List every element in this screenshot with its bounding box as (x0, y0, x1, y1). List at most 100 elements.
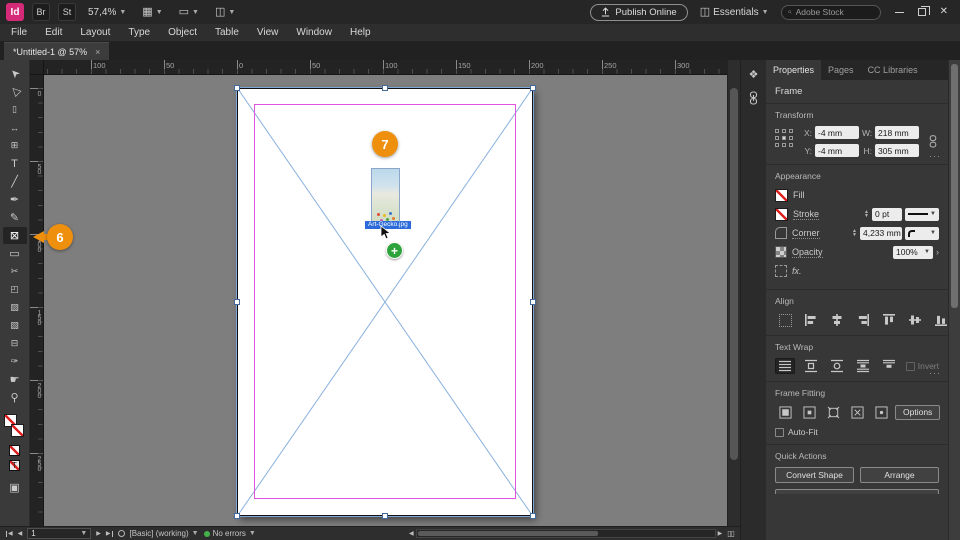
menu-view[interactable]: View (248, 24, 288, 42)
align-left-button[interactable] (801, 312, 821, 328)
transform-more-options[interactable]: ··· (929, 152, 941, 161)
arrange-button[interactable]: Arrange (860, 467, 939, 483)
dragged-image-preview[interactable] (371, 168, 400, 224)
align-bottom-button[interactable] (931, 312, 948, 328)
zoom-tool[interactable]: ⚲ (3, 389, 27, 406)
align-vertical-center-button[interactable] (905, 312, 925, 328)
panel-vertical-scrollbar[interactable] (948, 60, 960, 540)
align-to-button[interactable] (775, 312, 795, 328)
stroke-weight-stepper[interactable]: ▲ ▼ (864, 209, 869, 219)
menu-object[interactable]: Object (159, 24, 206, 42)
opacity-label[interactable]: Opacity (792, 247, 823, 258)
cropped-action-button[interactable] (775, 489, 939, 494)
preflight-status[interactable]: No errors ▼ (203, 529, 256, 538)
screen-mode-dropdown[interactable]: ▭ ▼ (175, 5, 203, 20)
spreads-view-icon[interactable]: ▯▯ (727, 529, 735, 538)
gradient-feather-tool[interactable]: ▧ (3, 317, 27, 334)
restore-icon[interactable] (917, 6, 930, 16)
stroke-swatch-icon[interactable] (775, 207, 788, 221)
text-wrap-more-options[interactable]: ··· (929, 369, 941, 378)
fit-content-proportionally-button[interactable] (799, 404, 819, 420)
eyedropper-tool[interactable]: ✑ (3, 353, 27, 370)
page-number-dropdown[interactable]: 1 ▼ (27, 528, 92, 539)
fill-label[interactable]: Fill (793, 190, 805, 200)
stroke-label[interactable]: Stroke (793, 209, 820, 220)
pen-tool[interactable]: ✒ (3, 191, 27, 208)
menu-edit[interactable]: Edit (36, 24, 71, 42)
align-right-button[interactable] (853, 312, 873, 328)
tab-pages[interactable]: Pages (821, 60, 861, 80)
x-field[interactable]: -4 mm (815, 126, 859, 139)
links-panel-icon[interactable] (747, 91, 760, 105)
opacity-dropdown[interactable]: 100% ▼ (893, 245, 933, 259)
horizontal-ruler[interactable]: 100 50 0 50 100 150 200 250 300 (44, 60, 727, 75)
jump-to-next-column-button[interactable] (879, 358, 899, 374)
stroke-style-dropdown[interactable]: ▼ (905, 207, 939, 221)
fit-content-to-frame-button[interactable] (847, 404, 867, 420)
scrollbar-thumb[interactable] (417, 531, 598, 536)
ruler-origin-corner[interactable] (30, 60, 44, 75)
rectangle-frame-tool[interactable]: ⊠ (2, 227, 27, 244)
line-tool[interactable]: ╱ (3, 173, 27, 190)
layers-panel-icon[interactable]: ❖ (749, 68, 759, 81)
no-text-wrap-button[interactable] (775, 358, 795, 374)
stock-button[interactable]: St (58, 3, 76, 21)
document-vertical-scrollbar[interactable] (727, 60, 740, 526)
minimize-icon[interactable] (894, 11, 904, 13)
auto-fit-checkbox[interactable] (775, 427, 784, 437)
view-options-dropdown[interactable]: ▦ ▼ (138, 5, 166, 20)
formatting-affects-text-button[interactable]: T (9, 460, 20, 471)
selection-handle[interactable] (530, 299, 536, 305)
rectangle-tool[interactable]: ▭ (3, 245, 27, 262)
align-horizontal-center-button[interactable] (827, 312, 847, 328)
arrange-documents-dropdown[interactable]: ◫ ▼ (211, 5, 239, 20)
corner-radius-stepper[interactable]: ▲ ▼ (852, 228, 857, 238)
chevron-right-icon[interactable]: › (936, 247, 939, 257)
selection-handle[interactable] (234, 513, 240, 519)
corner-label[interactable]: Corner (792, 228, 820, 239)
scissors-tool[interactable]: ✂ (3, 263, 27, 280)
workspace-switcher[interactable]: ◫ Essentials ▼ (696, 5, 773, 20)
selection-handle[interactable] (234, 85, 240, 91)
hand-tool[interactable]: ☛ (3, 371, 27, 388)
preflight-icon[interactable] (117, 530, 125, 537)
gradient-swatch-tool[interactable]: ▨ (3, 299, 27, 316)
document-tab[interactable]: *Untitled-1 @ 57% × (4, 42, 110, 60)
fill-stroke-proxy[interactable] (3, 414, 26, 440)
scrollbar-thumb[interactable] (730, 88, 738, 460)
vertical-ruler[interactable]: 0 50 100 150 200 250 (30, 75, 44, 526)
screen-mode-button[interactable]: ▣ (9, 481, 19, 494)
scroll-right-button[interactable]: ▶ (718, 531, 723, 537)
reference-point-grid[interactable] (775, 129, 796, 150)
stroke-weight-field[interactable]: 0 pt (872, 207, 902, 221)
y-field[interactable]: -4 mm (815, 144, 859, 157)
align-top-button[interactable] (879, 312, 899, 328)
jump-object-button[interactable] (853, 358, 873, 374)
corner-radius-field[interactable]: 4,233 mm (860, 226, 902, 240)
tab-cc-libraries[interactable]: CC Libraries (861, 60, 925, 80)
selection-handle[interactable] (382, 85, 388, 91)
close-icon[interactable]: ✕ (940, 7, 948, 17)
corner-shape-dropdown[interactable]: ▼ (905, 226, 939, 240)
menu-window[interactable]: Window (287, 24, 341, 42)
scrollbar-track[interactable] (415, 529, 716, 538)
scroll-left-button[interactable]: ◀ (409, 531, 414, 537)
stroke-swatch-icon[interactable] (10, 424, 24, 437)
next-page-button[interactable]: ▶ (96, 531, 101, 537)
center-content-button[interactable] (871, 404, 891, 420)
note-tool[interactable]: ⊟ (3, 335, 27, 352)
menu-type[interactable]: Type (119, 24, 159, 42)
publish-online-button[interactable]: Publish Online (590, 3, 688, 21)
convert-shape-button[interactable]: Convert Shape (775, 467, 854, 483)
zoom-level-dropdown[interactable]: 57,4% ▼ (84, 5, 130, 20)
first-page-button[interactable]: ◀ (6, 530, 13, 537)
tab-properties[interactable]: Properties (766, 60, 822, 80)
stock-search-box[interactable] (780, 4, 881, 20)
gap-tool[interactable]: ↔ (3, 119, 27, 136)
fx-button[interactable]: fx. (792, 266, 802, 276)
apply-none-button[interactable] (9, 445, 20, 456)
frame-fitting-options-button[interactable]: Options (895, 404, 941, 420)
wrap-bounding-box-button[interactable] (801, 358, 821, 374)
menu-layout[interactable]: Layout (71, 24, 119, 42)
constrain-proportions-icon[interactable] (927, 134, 939, 149)
